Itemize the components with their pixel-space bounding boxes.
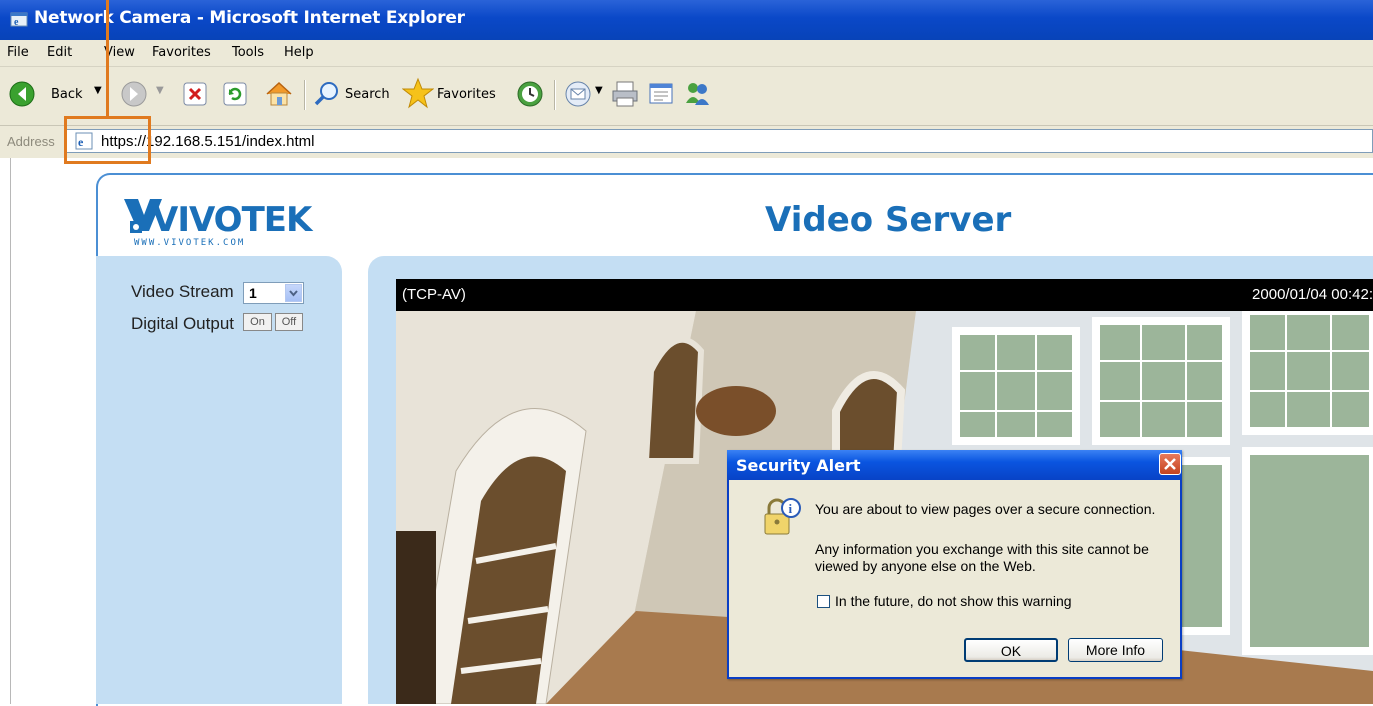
- svg-text:i: i: [789, 501, 793, 516]
- mail-button[interactable]: ▼: [563, 79, 603, 114]
- video-protocol: (TCP-AV): [402, 286, 466, 303]
- stop-icon: [183, 82, 207, 106]
- dialog-close-button[interactable]: [1159, 453, 1181, 475]
- video-stream-label: Video Stream: [131, 282, 234, 301]
- address-bar: Address e https://192.168.5.151/index.ht…: [0, 126, 1373, 159]
- toolbar-separator: [304, 80, 306, 110]
- stop-button[interactable]: [182, 81, 208, 112]
- annotation-box: [64, 116, 151, 164]
- edit-button[interactable]: [646, 79, 676, 114]
- title-bar: e Network Camera - Microsoft Internet Ex…: [0, 0, 1373, 40]
- search-icon: [314, 82, 338, 106]
- ok-button[interactable]: OK: [964, 638, 1058, 662]
- dialog-title-bar: Security Alert: [727, 450, 1182, 480]
- page-title: Video Server: [765, 200, 1012, 240]
- digital-output-on-button[interactable]: On: [243, 313, 272, 331]
- dont-show-warning-label: In the future, do not show this warning: [835, 593, 1072, 609]
- annotation-line: [106, 0, 109, 117]
- close-icon: [1164, 458, 1176, 470]
- dialog-message-1: You are about to view pages over a secur…: [815, 501, 1156, 517]
- edit-page-icon: [649, 83, 673, 104]
- menu-help[interactable]: Help: [284, 45, 314, 60]
- search-label: Search: [345, 87, 390, 102]
- digital-output-off-button[interactable]: Off: [275, 313, 303, 331]
- address-input[interactable]: e https://192.168.5.151/index.html: [64, 129, 1373, 153]
- refresh-icon: [223, 82, 247, 106]
- logo-brand-text: VIVOTEK: [152, 200, 314, 240]
- vivotek-logo: VIVOTEK WWW.VIVOTEK.COM: [122, 195, 322, 256]
- mail-icon: [565, 81, 591, 107]
- messenger-button[interactable]: [682, 79, 712, 114]
- video-stream-select[interactable]: 1: [243, 282, 304, 304]
- logo-url-text: WWW.VIVOTEK.COM: [134, 238, 245, 248]
- toolbar-separator: [554, 80, 556, 110]
- forward-arrow-icon: [121, 81, 147, 107]
- back-dropdown-icon[interactable]: ▼: [94, 85, 102, 96]
- printer-icon: [612, 81, 638, 107]
- refresh-button[interactable]: [222, 81, 248, 112]
- chevron-down-icon: [285, 284, 302, 302]
- forward-dropdown-icon[interactable]: ▼: [156, 85, 164, 96]
- more-info-button[interactable]: More Info: [1068, 638, 1163, 662]
- favorites-star-icon: [402, 77, 434, 109]
- svg-text:e: e: [14, 17, 19, 28]
- history-icon: [517, 81, 543, 107]
- dialog-message-2a: Any information you exchange with this s…: [815, 541, 1149, 557]
- dont-show-warning-checkbox[interactable]: [817, 595, 830, 608]
- back-arrow-icon: [9, 81, 35, 107]
- menu-file[interactable]: File: [7, 45, 29, 60]
- menu-tools[interactable]: Tools: [232, 45, 264, 60]
- address-label: Address: [7, 134, 55, 149]
- print-button[interactable]: [610, 79, 640, 114]
- digital-output-label: Digital Output: [131, 314, 234, 333]
- menu-favorites[interactable]: Favorites: [152, 45, 211, 60]
- back-label: Back: [51, 87, 83, 102]
- menu-edit[interactable]: Edit: [47, 45, 72, 60]
- dialog-message-2b: viewed by anyone else on the Web.: [815, 558, 1036, 574]
- window-title: Network Camera - Microsoft Internet Expl…: [34, 8, 465, 28]
- favorites-label: Favorites: [437, 87, 496, 102]
- video-header: (TCP-AV) 2000/01/04 00:42:: [396, 279, 1373, 311]
- lock-info-icon: i: [764, 498, 801, 535]
- home-button[interactable]: [264, 79, 294, 114]
- dialog-title: Security Alert: [736, 456, 861, 475]
- history-button[interactable]: [515, 79, 545, 114]
- home-icon: [266, 81, 292, 106]
- toolbar: Back ▼ ▼ Search Favorites ▼: [0, 67, 1373, 126]
- video-stream-value: 1: [249, 285, 257, 301]
- messenger-people-icon: [686, 83, 709, 105]
- vivotek-logo-mark: VIVOTEK WWW.VIVOTEK.COM: [124, 199, 315, 248]
- video-timestamp: 2000/01/04 00:42:: [1252, 286, 1373, 303]
- menu-bar: File Edit View Favorites Tools Help: [0, 40, 1373, 67]
- mail-dropdown-icon[interactable]: ▼: [595, 85, 603, 96]
- window-icon: e: [10, 12, 28, 28]
- security-alert-dialog: Security Alert i You are about to view p…: [727, 450, 1182, 679]
- page-left-margin: [0, 158, 11, 704]
